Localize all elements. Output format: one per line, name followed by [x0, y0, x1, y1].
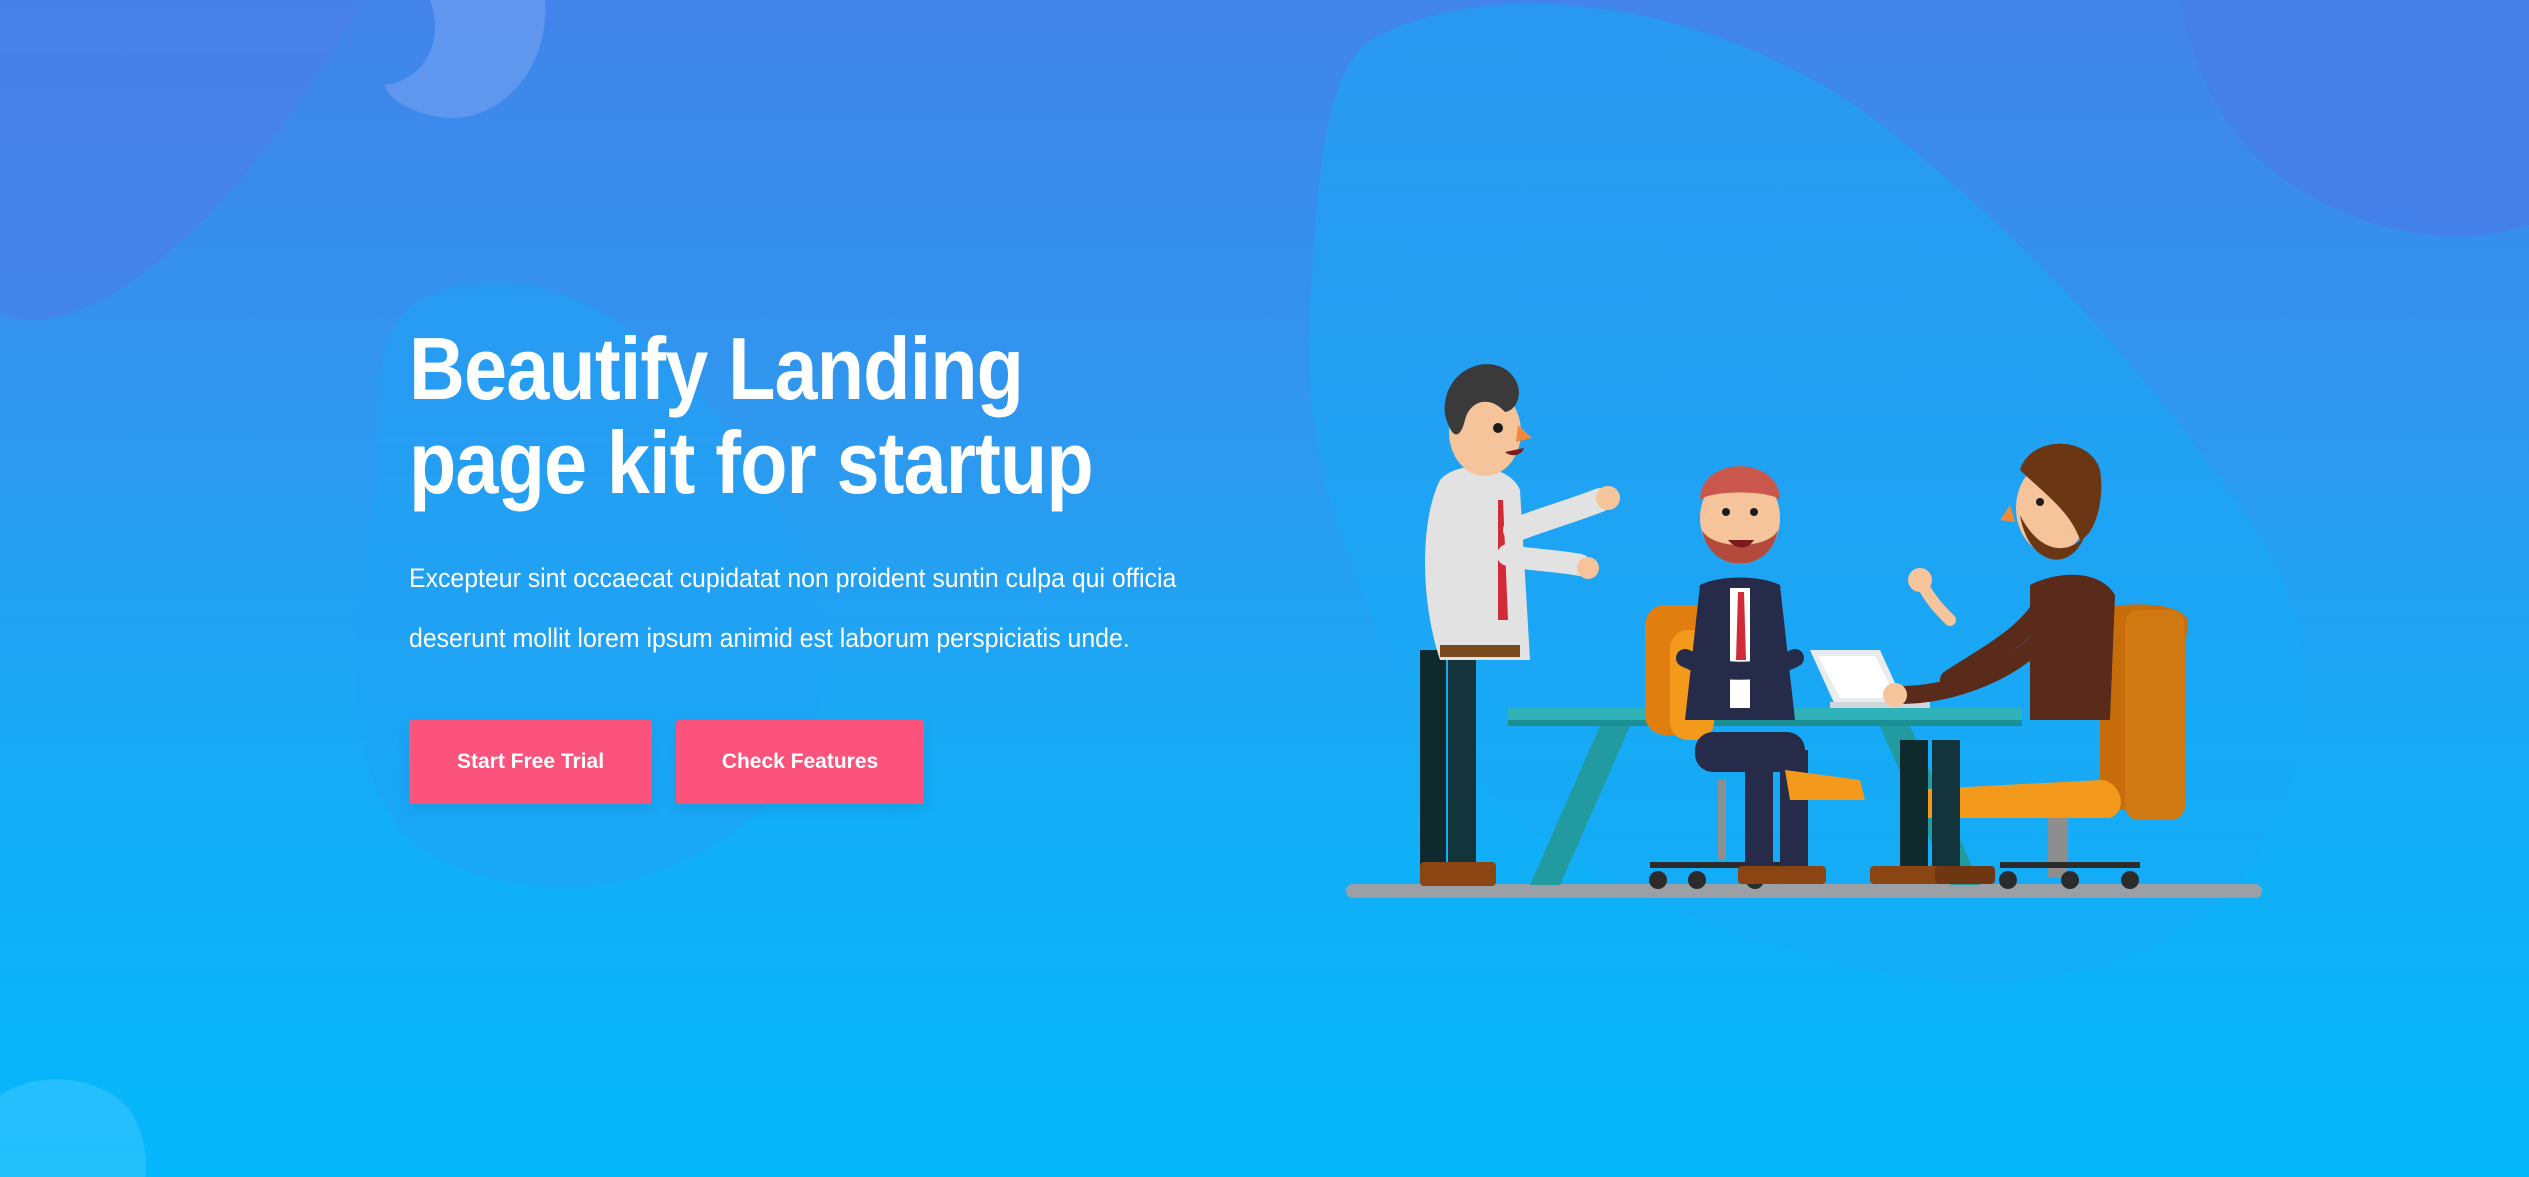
- hero-title-line-1: Beautify Landing: [409, 319, 1024, 418]
- hero-description-line-2: deserunt mollit lorem ipsum animid est l…: [409, 623, 1130, 653]
- hero-title: Beautify Landing page kit for startup: [409, 322, 1113, 510]
- meeting-illustration: [1346, 364, 2262, 898]
- hero-description: Excepteur sint occaecat cupidatat non pr…: [409, 548, 1177, 668]
- right-man-figure: [1870, 443, 2188, 889]
- hero-description-line-1: Excepteur sint occaecat cupidatat non pr…: [409, 563, 1177, 593]
- landing-page: { "hero": { "title_line1": "Beautify Lan…: [0, 0, 2529, 1177]
- top-right-blob: [2180, 0, 2529, 236]
- cta-buttons: Start Free Trial Check Features: [409, 720, 924, 804]
- start-free-trial-button[interactable]: Start Free Trial: [409, 720, 652, 804]
- top-left-blob: [0, 0, 360, 320]
- check-features-button[interactable]: Check Features: [676, 720, 924, 804]
- hero-text-block: Beautify Landing page kit for startup Ex…: [409, 322, 1209, 668]
- hero-title-line-2: page kit for startup: [409, 413, 1094, 512]
- bottom-left-blob: [0, 1079, 147, 1177]
- top-crescent: [385, 0, 546, 119]
